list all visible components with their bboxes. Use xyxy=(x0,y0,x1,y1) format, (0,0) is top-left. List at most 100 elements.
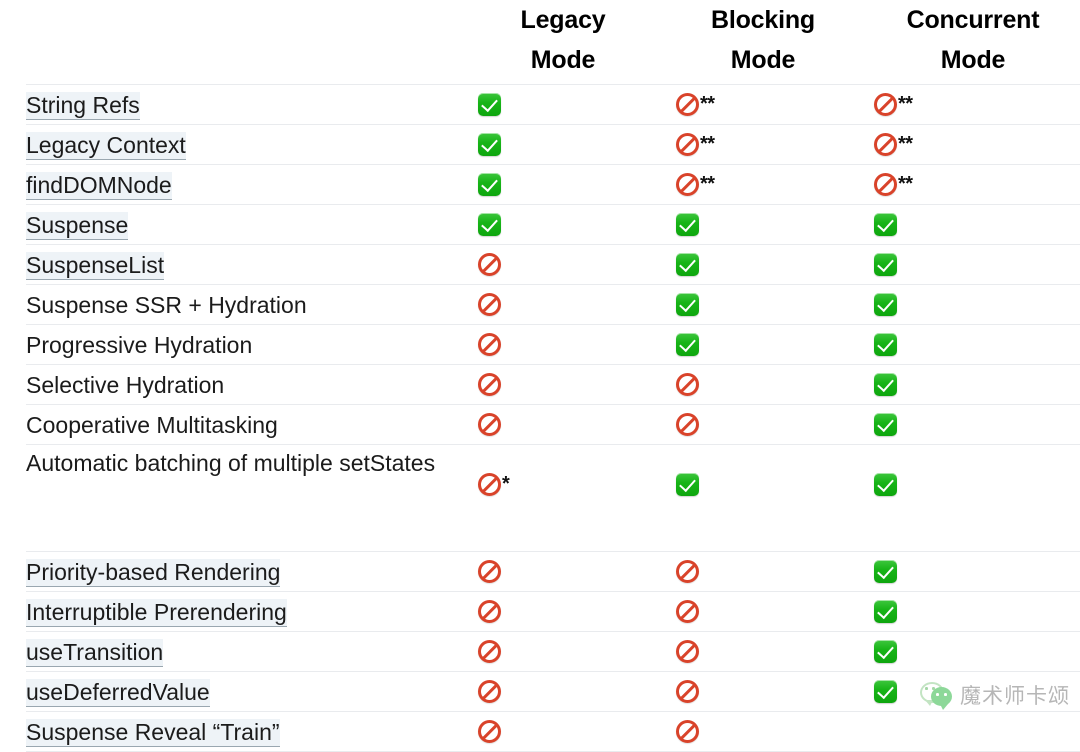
check-icon xyxy=(478,133,501,156)
status-cell xyxy=(478,552,676,592)
no-entry-icon xyxy=(478,720,501,743)
feature-link[interactable]: Suspense Reveal “Train” xyxy=(26,718,280,747)
status-cell xyxy=(676,712,874,752)
check-icon xyxy=(874,253,897,276)
status-cell xyxy=(478,285,676,325)
check-icon xyxy=(874,600,897,623)
feature-label: Suspense SSR + Hydration xyxy=(26,291,307,318)
check-icon xyxy=(478,173,501,196)
feature-link[interactable]: Interruptible Prerendering xyxy=(26,598,287,627)
feature-label: Progressive Hydration xyxy=(26,331,253,358)
status-cell xyxy=(478,592,676,632)
feature-link[interactable]: String Refs xyxy=(26,91,140,120)
wechat-logo-icon xyxy=(920,681,954,710)
status-cell xyxy=(676,552,874,592)
column-header-concurrent-mode-line2: Mode xyxy=(940,46,1006,74)
status-cell xyxy=(478,672,676,712)
table-row: Selective Hydration xyxy=(26,364,1080,405)
table-row: Suspense Reveal “Train” xyxy=(26,711,1080,752)
table-row: Automatic batching of multiple setStates… xyxy=(26,444,1080,552)
feature-cell: Suspense SSR + Hydration xyxy=(26,285,478,325)
status-cell xyxy=(874,632,1080,672)
table-body: String Refs ** ** Legacy Context ** ** findDOM… xyxy=(26,84,1080,752)
feature-cell: Suspense xyxy=(26,205,478,245)
no-entry-icon xyxy=(478,293,501,316)
table-row: useTransition xyxy=(26,631,1080,672)
no-entry-icon xyxy=(676,600,699,623)
status-cell: ** xyxy=(676,165,874,205)
status-cell xyxy=(478,365,676,405)
status-cell xyxy=(676,592,874,632)
no-entry-icon xyxy=(676,680,699,703)
column-header-legacy-mode-line1: Legacy xyxy=(520,6,606,34)
table-row: Suspense xyxy=(26,204,1080,245)
feature-cell: Progressive Hydration xyxy=(26,325,478,365)
feature-cell: Legacy Context xyxy=(26,125,478,165)
check-icon xyxy=(478,213,501,236)
column-header-blocking-mode-line1: Blocking xyxy=(711,6,815,34)
table-row: Interruptible Prerendering xyxy=(26,591,1080,632)
feature-link[interactable]: Legacy Context xyxy=(26,131,186,160)
no-entry-icon xyxy=(478,680,501,703)
watermark: 魔术师卡颂 xyxy=(920,680,1070,710)
status-cell: ** xyxy=(676,85,874,125)
feature-cell: Priority-based Rendering xyxy=(26,552,478,592)
status-cell xyxy=(874,325,1080,365)
no-entry-icon xyxy=(676,93,699,116)
column-header-concurrent-mode: Concurrent Mode xyxy=(874,0,1080,85)
check-icon xyxy=(676,253,699,276)
status-cell xyxy=(874,365,1080,405)
status-cell xyxy=(874,405,1080,445)
no-entry-icon xyxy=(676,413,699,436)
column-header-legacy-mode: Legacy Mode xyxy=(478,0,676,85)
no-entry-icon xyxy=(478,640,501,663)
feature-link[interactable]: Suspense xyxy=(26,211,129,240)
react-modes-comparison-table: Legacy Mode Blocking Mode Concurrent Mod… xyxy=(26,0,1080,752)
no-entry-icon xyxy=(874,173,897,196)
no-entry-icon xyxy=(676,373,699,396)
feature-cell: useDeferredValue xyxy=(26,672,478,712)
column-header-blocking-mode-line2: Mode xyxy=(730,46,796,74)
status-cell xyxy=(874,205,1080,245)
table-row: Priority-based Rendering xyxy=(26,551,1080,592)
status-cell xyxy=(874,552,1080,592)
table-row: Suspense SSR + Hydration xyxy=(26,284,1080,325)
check-icon xyxy=(676,473,699,496)
no-entry-icon xyxy=(478,253,501,276)
feature-link[interactable]: Priority-based Rendering xyxy=(26,558,281,587)
feature-link[interactable]: SuspenseList xyxy=(26,251,165,280)
check-icon xyxy=(874,293,897,316)
table-header: Legacy Mode Blocking Mode Concurrent Mod… xyxy=(26,0,1080,85)
status-cell: * xyxy=(478,445,676,552)
status-cell xyxy=(478,165,676,205)
page-root: Legacy Mode Blocking Mode Concurrent Mod… xyxy=(0,0,1080,752)
check-icon xyxy=(874,640,897,663)
feature-label: Automatic batching of multiple setStates xyxy=(26,450,436,476)
table-row: findDOMNode ** ** xyxy=(26,164,1080,205)
status-cell xyxy=(478,405,676,445)
table-row: Legacy Context ** ** xyxy=(26,124,1080,165)
feature-link[interactable]: findDOMNode xyxy=(26,171,172,200)
no-entry-icon xyxy=(874,133,897,156)
check-icon xyxy=(874,373,897,396)
check-icon xyxy=(478,93,501,116)
status-cell xyxy=(478,712,676,752)
status-cell xyxy=(478,125,676,165)
feature-link[interactable]: useDeferredValue xyxy=(26,678,210,707)
check-icon xyxy=(874,680,897,703)
status-cell xyxy=(676,405,874,445)
status-cell xyxy=(478,205,676,245)
feature-cell: Selective Hydration xyxy=(26,365,478,405)
table-row: String Refs ** ** xyxy=(26,84,1080,125)
status-cell xyxy=(676,445,874,552)
no-entry-icon xyxy=(478,373,501,396)
footnote-marker: ** xyxy=(898,133,913,155)
footnote-marker: ** xyxy=(700,173,715,195)
no-entry-icon xyxy=(676,720,699,743)
feature-cell: useTransition xyxy=(26,632,478,672)
check-icon xyxy=(874,413,897,436)
column-header-concurrent-mode-line1: Concurrent xyxy=(906,6,1040,34)
feature-link[interactable]: useTransition xyxy=(26,638,164,667)
status-cell xyxy=(478,85,676,125)
footnote-marker: ** xyxy=(898,173,913,195)
